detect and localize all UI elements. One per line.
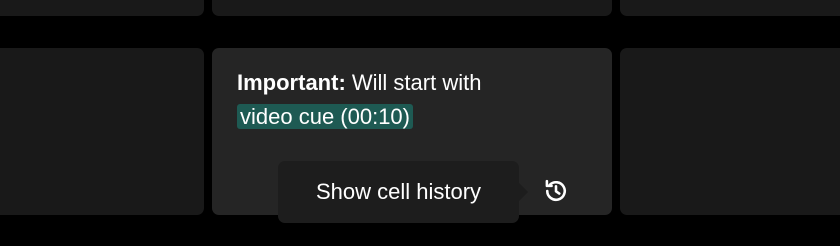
tooltip-arrow (519, 183, 528, 201)
grid-cell[interactable] (620, 48, 840, 215)
grid-cell[interactable] (212, 0, 612, 16)
video-cue-tag[interactable]: video cue (00:10) (237, 104, 413, 129)
grid-cell[interactable] (620, 0, 840, 16)
note-text: Will start with (351, 70, 482, 95)
cell-note: Important: Will start with video cue (00… (237, 66, 597, 134)
tooltip-label: Show cell history (315, 179, 482, 204)
grid-canvas: Important: Will start with video cue (00… (0, 0, 840, 246)
grid-cell[interactable] (0, 0, 204, 16)
history-icon (545, 179, 566, 202)
note-label: Important: (237, 70, 346, 95)
show-cell-history-button[interactable] (542, 177, 570, 205)
tooltip: Show cell history (278, 161, 519, 223)
grid-cell[interactable] (0, 48, 204, 215)
